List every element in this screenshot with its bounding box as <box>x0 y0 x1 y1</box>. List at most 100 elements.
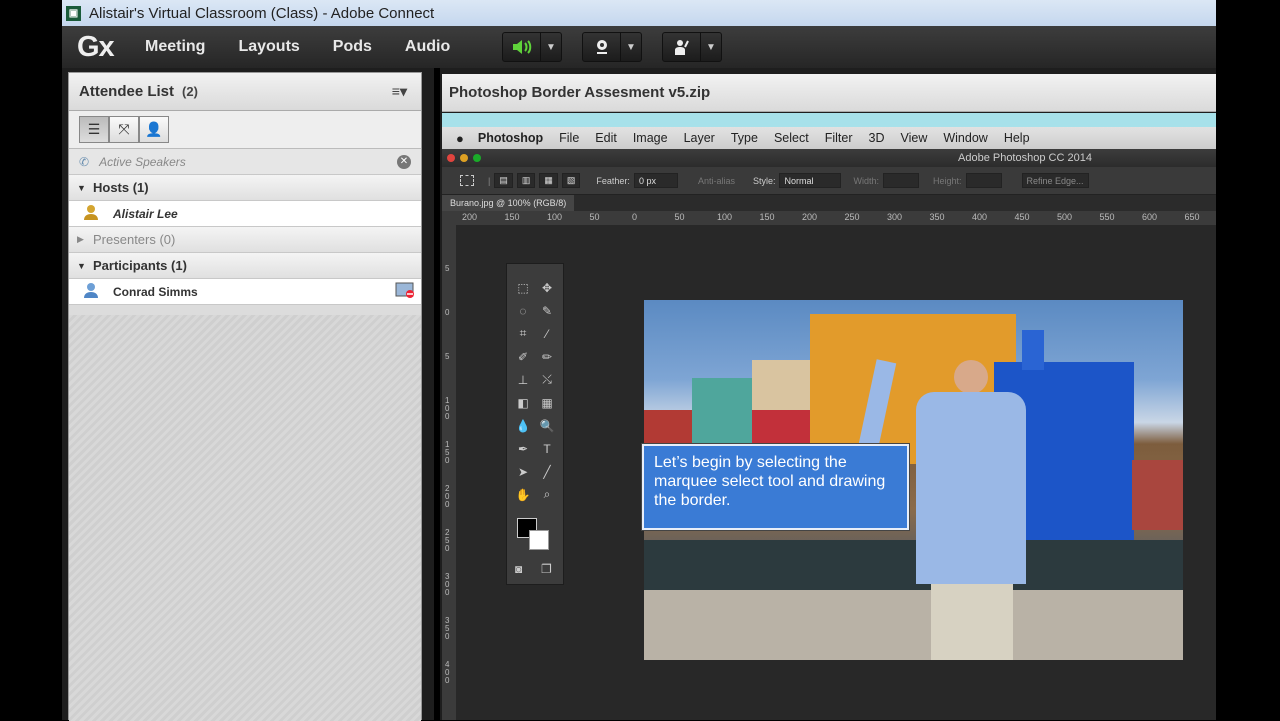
quick-mask-icon[interactable]: ◙ <box>515 562 522 576</box>
active-speakers-label: Active Speakers <box>99 154 186 169</box>
menu-audio[interactable]: Audio <box>405 38 450 56</box>
ps-menu-filter[interactable]: Filter <box>825 131 853 145</box>
subtract-selection-icon[interactable]: ▦ <box>539 173 558 188</box>
collapse-arrow-icon[interactable]: ▼ <box>77 261 86 271</box>
presenters-section[interactable]: ▶ Presenters (0) <box>69 227 421 253</box>
ps-menu-view[interactable]: View <box>900 131 927 145</box>
vruler-tick-label: 0 <box>445 308 450 317</box>
collapse-arrow-icon[interactable]: ▼ <box>77 183 86 193</box>
ruler-tick-label: 150 <box>759 212 775 222</box>
color-swatches-icon[interactable] <box>517 518 549 550</box>
photoshop-canvas[interactable]: ⬚ ✥ ◌ ✎ ⌗ ⁄ ✐ ✏ ⊥ ⤯ ◧ ▦ 💧 🔍 ✒ T ➤ ╱ ✋ ⌕ <box>456 225 1216 720</box>
zoom-icon[interactable]: ⌕ <box>535 485 559 504</box>
stamp-icon[interactable]: ⊥ <box>511 370 535 389</box>
feather-input[interactable]: 0 px <box>633 173 678 188</box>
style-select[interactable]: Normal <box>779 173 842 188</box>
photoshop-titlebar: Adobe Photoshop CC 2014 <box>442 149 1216 167</box>
history-brush-icon[interactable]: ⤯ <box>535 370 559 389</box>
crop-icon[interactable]: ⌗ <box>511 324 535 343</box>
vruler-tick-label: 5 <box>445 352 450 361</box>
refine-edge-button[interactable]: Refine Edge... <box>1021 173 1089 188</box>
ps-menu-3d[interactable]: 3D <box>869 131 885 145</box>
menu-pods[interactable]: Pods <box>333 38 372 56</box>
eyedropper-icon[interactable]: ⁄ <box>535 324 559 343</box>
close-window-icon[interactable] <box>447 154 455 162</box>
gradient-icon[interactable]: ▦ <box>535 393 559 412</box>
ps-menu-select[interactable]: Select <box>774 131 809 145</box>
menu-layouts[interactable]: Layouts <box>238 38 299 56</box>
quick-select-icon[interactable]: ✎ <box>535 301 559 320</box>
menu-meeting[interactable]: Meeting <box>145 38 205 56</box>
eraser-icon[interactable]: ◧ <box>511 393 535 412</box>
main-menubar: Gx Meeting Layouts Pods Audio ▼ ▼ ▼ <box>62 26 1216 68</box>
height-input[interactable] <box>965 173 1002 188</box>
ps-menu-image[interactable]: Image <box>633 131 668 145</box>
intersect-selection-icon[interactable]: ▧ <box>561 173 581 188</box>
line-icon[interactable]: ╱ <box>535 462 559 481</box>
presenters-label: Presenters (0) <box>93 232 176 247</box>
screen-mode-icon[interactable]: ❐ <box>541 562 552 576</box>
ruler-tick-label: 250 <box>844 212 860 222</box>
callout-text: Let’s begin by selecting the marquee sel… <box>654 454 886 509</box>
participants-section[interactable]: ▼ Participants (1) <box>69 253 421 279</box>
ps-menu-photoshop[interactable]: Photoshop <box>478 131 543 145</box>
style-label: Style: <box>752 175 776 186</box>
vruler-tick-label: 5 <box>445 264 450 273</box>
brush-icon[interactable]: ✏ <box>535 347 559 366</box>
apple-icon[interactable]: ● <box>456 131 464 146</box>
webcam-dropdown-icon[interactable]: ▼ <box>621 42 641 53</box>
webcam-control[interactable]: ▼ <box>582 32 642 62</box>
raise-hand-icon[interactable] <box>663 32 701 62</box>
ruler-tick-label: 550 <box>1099 212 1115 222</box>
pod-menu-icon[interactable]: ≡▾ <box>392 83 407 100</box>
hosts-section[interactable]: ▼ Hosts (1) <box>69 175 421 201</box>
list-view-icon[interactable]: ☰ <box>79 116 109 143</box>
rect-marquee-icon[interactable]: ⬚ <box>511 278 535 297</box>
speaker-control[interactable]: ▼ <box>502 32 562 62</box>
expand-arrow-icon[interactable]: ▶ <box>77 234 85 245</box>
attendee-pod: Attendee List (2) ≡▾ ☰ ⤧ 👤 ✆ Active Spea… <box>62 68 434 721</box>
vruler-tick-label: 200 <box>445 484 450 509</box>
width-input[interactable] <box>882 173 919 188</box>
speaker-icon[interactable] <box>503 32 541 62</box>
path-select-icon[interactable]: ➤ <box>511 462 535 481</box>
presenter-shirt <box>916 392 1026 584</box>
ruler-tick-label: 100 <box>717 212 733 222</box>
attendee-list-background <box>69 315 421 721</box>
host-row[interactable]: Alistair Lee <box>69 201 421 227</box>
antialias-checkbox[interactable]: Anti-alias <box>698 176 735 186</box>
minimize-window-icon[interactable] <box>460 154 468 162</box>
vruler-tick-label: 250 <box>445 528 450 553</box>
ps-menu-file[interactable]: File <box>559 131 579 145</box>
ps-menu-window[interactable]: Window <box>943 131 987 145</box>
ps-menu-help[interactable]: Help <box>1004 131 1030 145</box>
speaker-dropdown-icon[interactable]: ▼ <box>541 42 561 53</box>
new-selection-icon[interactable]: ▤ <box>494 173 513 188</box>
ruler-tick-label: 200 <box>462 212 478 222</box>
document-tab[interactable]: Burano.jpg @ 100% (RGB/8) <box>442 195 575 211</box>
lasso-icon[interactable]: ◌ <box>511 301 535 320</box>
status-control[interactable]: ▼ <box>662 32 722 62</box>
close-icon[interactable]: ✕ <box>397 154 411 169</box>
status-dropdown-icon[interactable]: ▼ <box>701 42 721 53</box>
healing-icon[interactable]: ✐ <box>511 347 535 366</box>
dodge-icon[interactable]: 🔍 <box>535 416 559 435</box>
ruler-tick-label: 350 <box>929 212 945 222</box>
ps-menu-layer[interactable]: Layer <box>684 131 715 145</box>
blur-icon[interactable]: 💧 <box>511 416 535 435</box>
hand-icon[interactable]: ✋ <box>511 485 535 504</box>
move-tool-icon[interactable]: ✥ <box>535 278 559 297</box>
ps-menu-edit[interactable]: Edit <box>595 131 617 145</box>
vruler-tick-label: 150 <box>445 440 450 465</box>
ps-menu-type[interactable]: Type <box>731 131 758 145</box>
ruler-tick-label: 50 <box>674 212 685 222</box>
zoom-window-icon[interactable] <box>473 154 481 162</box>
type-icon[interactable]: T <box>535 439 559 458</box>
status-view-icon[interactable]: 👤 <box>139 116 169 143</box>
marquee-tool-icon[interactable] <box>460 175 474 186</box>
breakout-view-icon[interactable]: ⤧ <box>109 116 139 143</box>
participant-row[interactable]: Conrad Simms <box>69 279 421 305</box>
add-selection-icon[interactable]: ▥ <box>516 173 536 188</box>
webcam-icon[interactable] <box>583 32 621 62</box>
pen-icon[interactable]: ✒ <box>511 439 535 458</box>
